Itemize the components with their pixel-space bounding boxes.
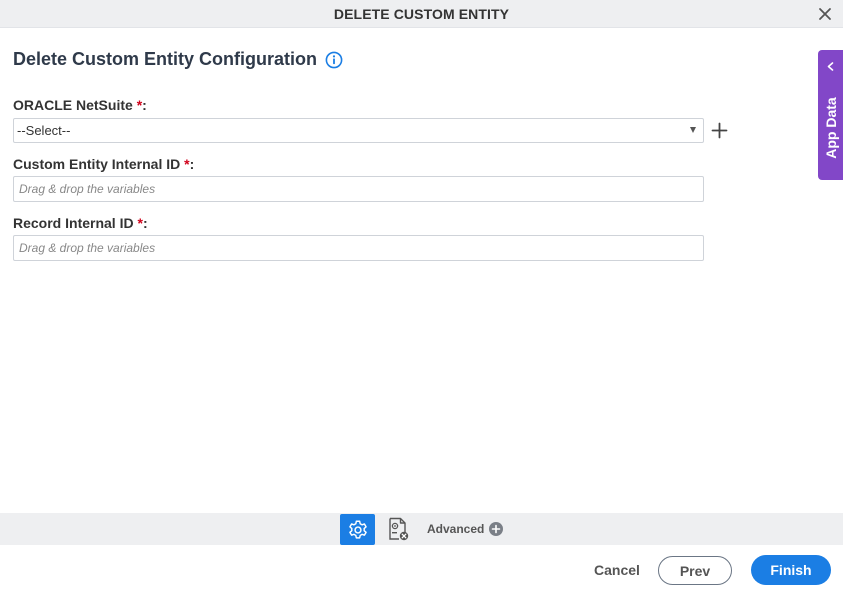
dialog-title-bar: DELETE CUSTOM ENTITY bbox=[0, 0, 843, 28]
app-data-panel-tab[interactable]: App Data bbox=[818, 50, 843, 180]
chevron-left-icon bbox=[827, 62, 834, 71]
page-heading: Delete Custom Entity Configuration bbox=[13, 49, 343, 70]
cancel-button[interactable]: Cancel bbox=[594, 562, 640, 578]
finish-button[interactable]: Finish bbox=[751, 555, 831, 585]
advanced-toggle[interactable]: Advanced bbox=[427, 522, 504, 536]
advanced-label: Advanced bbox=[427, 522, 485, 536]
app-data-label: App Data bbox=[822, 97, 839, 159]
close-icon[interactable] bbox=[817, 6, 833, 22]
plus-circle-icon bbox=[489, 522, 504, 536]
record-internal-id-label: Record Internal ID *: bbox=[13, 215, 148, 231]
info-icon[interactable] bbox=[325, 51, 343, 69]
custom-entity-internal-id-input[interactable] bbox=[13, 176, 704, 202]
prev-button[interactable]: Prev bbox=[658, 556, 732, 585]
settings-tab-button[interactable] bbox=[340, 514, 375, 545]
custom-entity-internal-id-label: Custom Entity Internal ID *: bbox=[13, 156, 195, 172]
dialog-title: DELETE CUSTOM ENTITY bbox=[333, 5, 510, 22]
select-value: --Select-- bbox=[17, 123, 71, 138]
oracle-netsuite-select[interactable]: --Select-- bbox=[13, 118, 704, 143]
gear-icon bbox=[348, 520, 367, 539]
tool-strip bbox=[0, 513, 843, 545]
document-settings-icon[interactable] bbox=[385, 516, 411, 542]
oracle-netsuite-label: ORACLE NetSuite *: bbox=[13, 97, 147, 113]
add-connection-plus-icon[interactable] bbox=[711, 122, 728, 139]
caret-down-icon bbox=[690, 127, 696, 133]
record-internal-id-input[interactable] bbox=[13, 235, 704, 261]
page-title: Delete Custom Entity Configuration bbox=[13, 49, 318, 69]
